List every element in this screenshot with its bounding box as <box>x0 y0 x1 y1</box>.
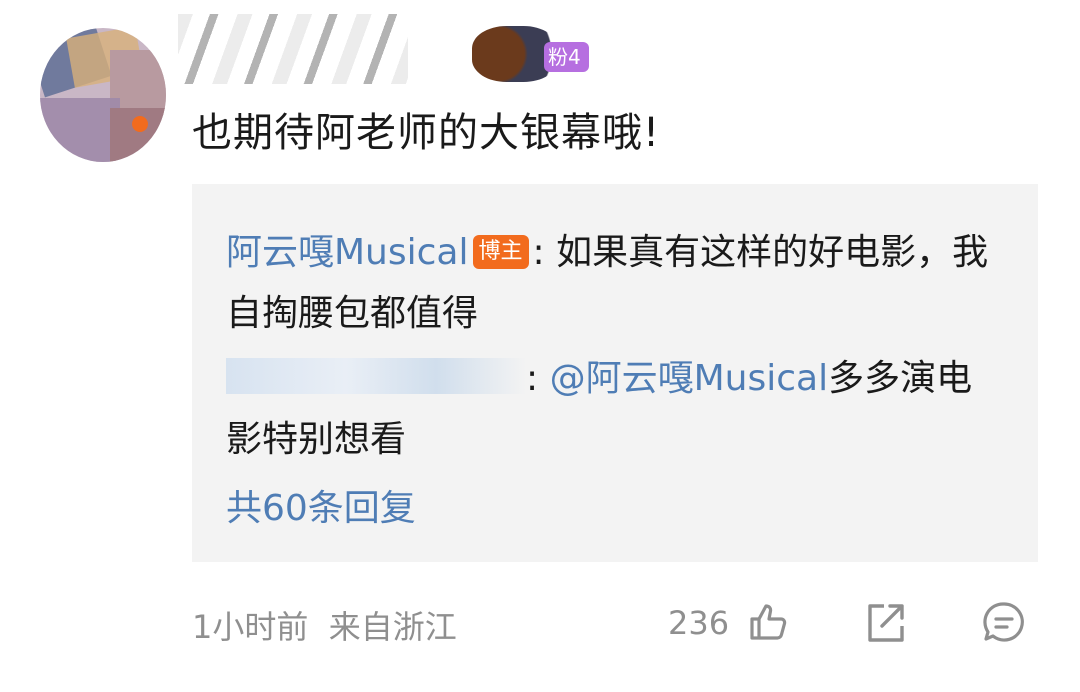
comment-location: 来自浙江 <box>328 608 457 646</box>
replies-box[interactable]: 阿云嘎Musical 博主: 如果真有这样的好电影，我自掏腰包都值得 : @阿云嘎… <box>192 184 1038 562</box>
reply-author-blurred[interactable] <box>226 358 526 394</box>
reply-separator: : <box>526 358 550 399</box>
reply-separator: : <box>532 232 557 273</box>
thumbs-up-icon[interactable] <box>746 600 790 644</box>
reply-author-link[interactable]: 阿云嘎Musical <box>226 232 469 273</box>
view-all-replies-link[interactable]: 共60条回复 <box>226 478 416 539</box>
reply-item: : @阿云嘎Musical多多演电影特别想看 <box>226 348 996 470</box>
username-blurred[interactable] <box>178 14 408 84</box>
comment-time: 1小时前 <box>192 608 309 646</box>
blogger-tag: 博主 <box>472 235 529 269</box>
comment-icon[interactable] <box>982 600 1026 644</box>
avatar[interactable] <box>40 28 166 162</box>
comment-meta: 1小时前 来自浙江 <box>192 602 457 648</box>
mention-link[interactable]: @阿云嘎Musical <box>550 358 829 399</box>
comment-text: 也期待阿老师的大银幕哦! <box>192 110 661 156</box>
fan-level-badge[interactable]: 粉4 <box>544 42 589 72</box>
vip-badge-icon <box>132 116 148 132</box>
like-count: 236 <box>668 604 730 642</box>
reply-item: 阿云嘎Musical 博主: 如果真有这样的好电影，我自掏腰包都值得 <box>226 222 996 344</box>
share-icon[interactable] <box>864 602 908 644</box>
